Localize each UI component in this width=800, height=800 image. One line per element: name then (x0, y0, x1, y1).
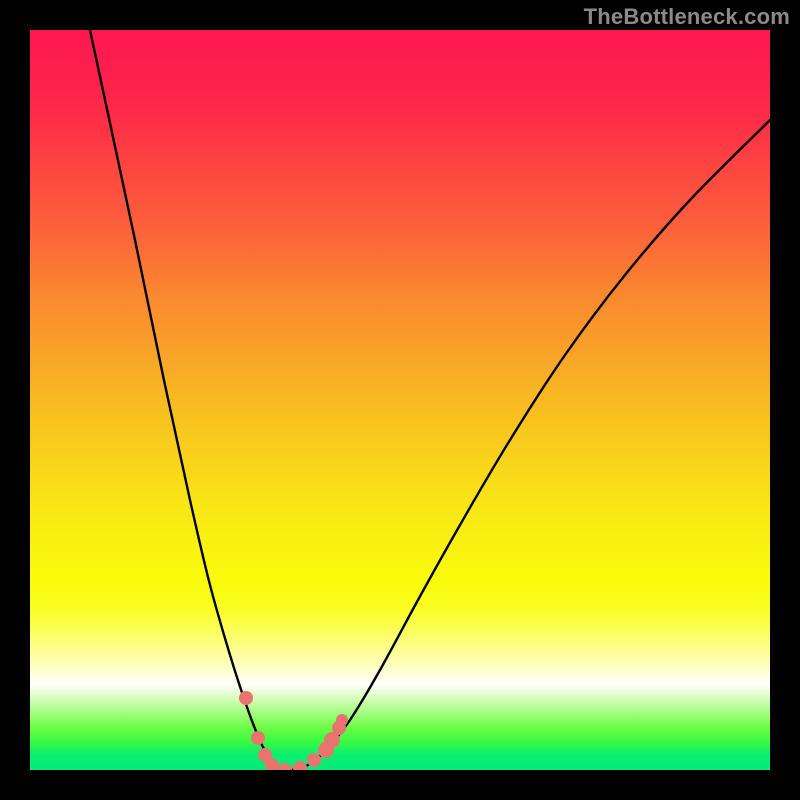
curve-marker (278, 763, 292, 770)
curve-marker (307, 753, 321, 767)
chart-stage: TheBottleneck.com (0, 0, 800, 800)
watermark-text: TheBottleneck.com (584, 4, 790, 30)
curve-svg (30, 30, 770, 770)
curve-marker (251, 731, 265, 745)
curve-marker (239, 691, 253, 705)
curve-marker (336, 714, 348, 726)
bottleneck-curve (90, 30, 770, 770)
plot-area (30, 30, 770, 770)
curve-marker (293, 761, 307, 770)
